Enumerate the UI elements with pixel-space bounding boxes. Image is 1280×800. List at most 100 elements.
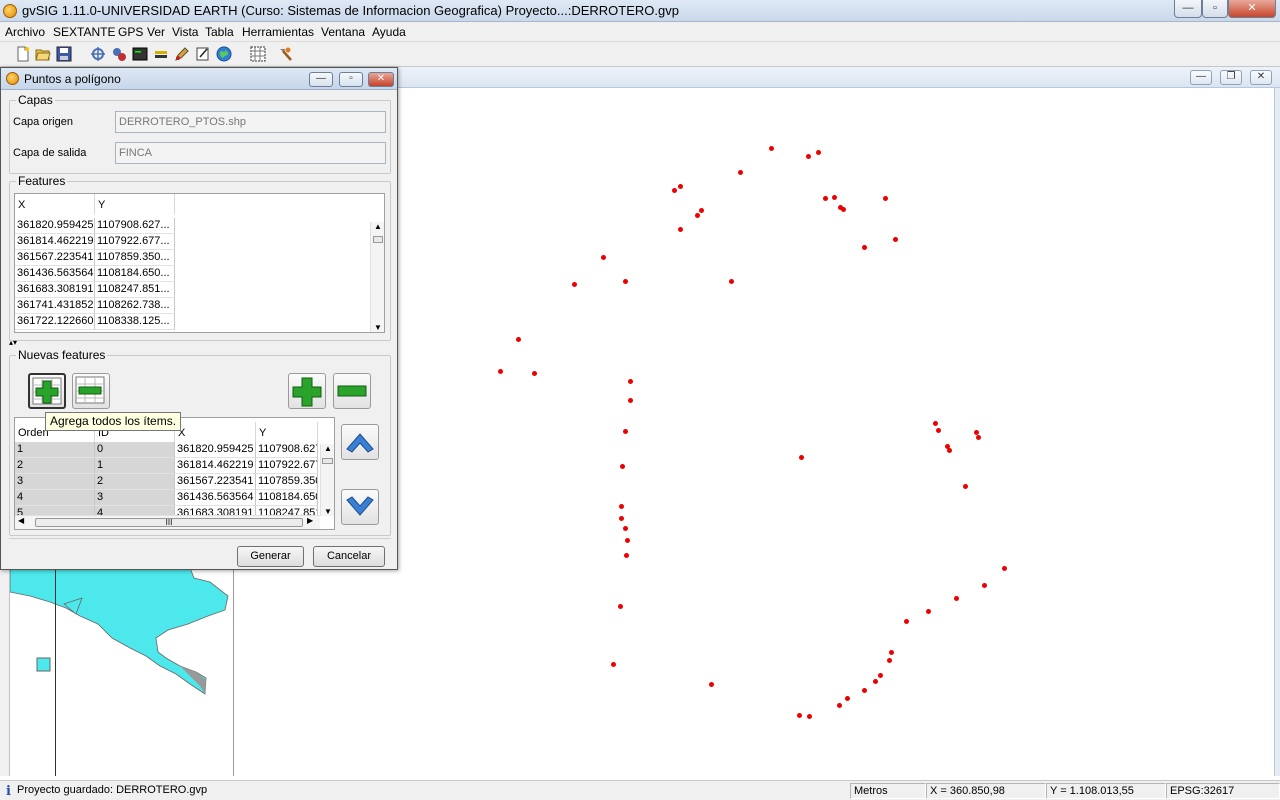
map-point[interactable] <box>933 421 938 426</box>
map-point[interactable] <box>963 484 968 489</box>
map-point[interactable] <box>797 713 802 718</box>
close-button[interactable]: ✕ <box>1228 0 1276 18</box>
remove-all-button[interactable] <box>72 373 110 409</box>
map-point[interactable] <box>623 429 628 434</box>
map-point[interactable] <box>799 455 804 460</box>
map-point[interactable] <box>832 195 837 200</box>
view-close-button[interactable]: ✕ <box>1250 70 1272 85</box>
scroll-right-arrow-icon[interactable]: ▶ <box>307 516 313 525</box>
map-point[interactable] <box>623 279 628 284</box>
cell-id[interactable]: 3 <box>95 490 175 506</box>
map-point[interactable] <box>845 696 850 701</box>
map-point[interactable] <box>936 428 941 433</box>
map-point[interactable] <box>883 196 888 201</box>
map-point[interactable] <box>678 184 683 189</box>
map-point[interactable] <box>628 379 633 384</box>
cell-x[interactable]: 361567.223541 <box>175 474 256 490</box>
map-point[interactable] <box>619 504 624 509</box>
map-point[interactable] <box>624 553 629 558</box>
menu-tabla[interactable]: Tabla <box>205 25 234 39</box>
cancelar-button[interactable]: Cancelar <box>313 546 385 567</box>
cell-y[interactable]: 1107859.350... <box>95 250 175 266</box>
map-point[interactable] <box>695 213 700 218</box>
map-point[interactable] <box>1002 566 1007 571</box>
cell-y[interactable]: 1108338.125... <box>95 314 175 330</box>
map-point[interactable] <box>628 398 633 403</box>
map-point[interactable] <box>623 526 628 531</box>
cell-id[interactable]: 1 <box>95 458 175 474</box>
map-point[interactable] <box>625 538 630 543</box>
add-all-button[interactable] <box>28 373 66 409</box>
cell-y[interactable]: 1107922.677 <box>256 458 318 474</box>
map-point[interactable] <box>926 609 931 614</box>
terminal-icon[interactable] <box>132 46 148 62</box>
map-point[interactable] <box>601 255 606 260</box>
cell-id[interactable]: 0 <box>95 442 175 458</box>
cell-x[interactable]: 361722.122660 <box>15 314 95 330</box>
note-icon[interactable] <box>195 46 211 62</box>
cell-x[interactable]: 361436.563564 <box>175 490 256 506</box>
map-point[interactable] <box>699 208 704 213</box>
features-table[interactable]: X Y 361820.959425 1107908.627... 361814.46… <box>14 193 385 333</box>
move-down-button[interactable] <box>341 489 379 525</box>
remove-item-button[interactable] <box>333 373 371 409</box>
map-point[interactable] <box>672 188 677 193</box>
map-point[interactable] <box>729 279 734 284</box>
map-point[interactable] <box>841 207 846 212</box>
map-point[interactable] <box>572 282 577 287</box>
cell-x[interactable]: 361814.462219 <box>15 234 95 250</box>
nuevas-vscroll-thumb[interactable] <box>322 458 333 464</box>
scroll-up-arrow-icon[interactable]: ▲ <box>374 222 382 231</box>
cell-orden[interactable]: 3 <box>15 474 95 490</box>
map-point[interactable] <box>954 596 959 601</box>
cell-orden[interactable]: 1 <box>15 442 95 458</box>
cell-orden[interactable]: 2 <box>15 458 95 474</box>
cell-x[interactable]: 361814.462219 <box>175 458 256 474</box>
scroll-up-arrow-icon[interactable]: ▲ <box>324 444 332 453</box>
scroll-down-arrow-icon[interactable]: ▼ <box>374 323 382 332</box>
cell-x[interactable]: 361820.959425 <box>15 218 95 234</box>
map-point[interactable] <box>887 658 892 663</box>
map-point[interactable] <box>889 650 894 655</box>
generar-button[interactable]: Generar <box>237 546 304 567</box>
map-point[interactable] <box>837 703 842 708</box>
cell-y[interactable]: 1107908.627... <box>95 218 175 234</box>
cell-y[interactable]: 1107922.677... <box>95 234 175 250</box>
map-point[interactable] <box>738 170 743 175</box>
locator-map[interactable] <box>10 568 234 776</box>
cell-y[interactable]: 1108262.738... <box>95 298 175 314</box>
map-point[interactable] <box>619 516 624 521</box>
edit-icon[interactable] <box>174 46 190 62</box>
layer-icon[interactable] <box>153 46 169 62</box>
features-vscrollbar[interactable]: ▲ ▼ <box>370 222 384 332</box>
nuevas-hscroll-thumb[interactable]: III <box>35 518 303 527</box>
move-up-button[interactable] <box>341 424 379 460</box>
cell-y[interactable]: 1108184.650 <box>256 490 318 506</box>
splitter-arrows-icon[interactable]: ▴▾ <box>9 339 17 347</box>
menu-vista[interactable]: Vista <box>172 25 198 39</box>
map-point[interactable] <box>893 237 898 242</box>
scroll-down-arrow-icon[interactable]: ▼ <box>324 507 332 516</box>
map-point[interactable] <box>807 714 812 719</box>
features-col-x[interactable]: X <box>15 194 95 214</box>
cell-x[interactable]: 361741.431852 <box>15 298 95 314</box>
map-point[interactable] <box>878 673 883 678</box>
save-icon[interactable] <box>56 46 72 62</box>
map-point[interactable] <box>873 679 878 684</box>
globe-icon[interactable] <box>216 46 232 62</box>
view-restore-button[interactable]: ❐ <box>1220 70 1242 85</box>
minimize-button[interactable]: — <box>1174 0 1202 18</box>
cell-x[interactable]: 361683.308191 <box>15 282 95 298</box>
cell-x[interactable]: 361567.223541 <box>15 250 95 266</box>
map-point[interactable] <box>532 371 537 376</box>
cell-y[interactable]: 1107908.627 <box>256 442 318 458</box>
map-point[interactable] <box>947 448 952 453</box>
nuevas-col-y[interactable]: Y <box>256 422 318 442</box>
cell-y[interactable]: 1108184.650... <box>95 266 175 282</box>
cell-y[interactable]: 1108247.851... <box>95 282 175 298</box>
menu-gps[interactable]: GPS <box>118 25 143 39</box>
cell-x[interactable]: 361436.563564 <box>15 266 95 282</box>
open-project-icon[interactable] <box>35 46 51 62</box>
menu-ventana[interactable]: Ventana <box>321 25 365 39</box>
cell-orden[interactable]: 4 <box>15 490 95 506</box>
